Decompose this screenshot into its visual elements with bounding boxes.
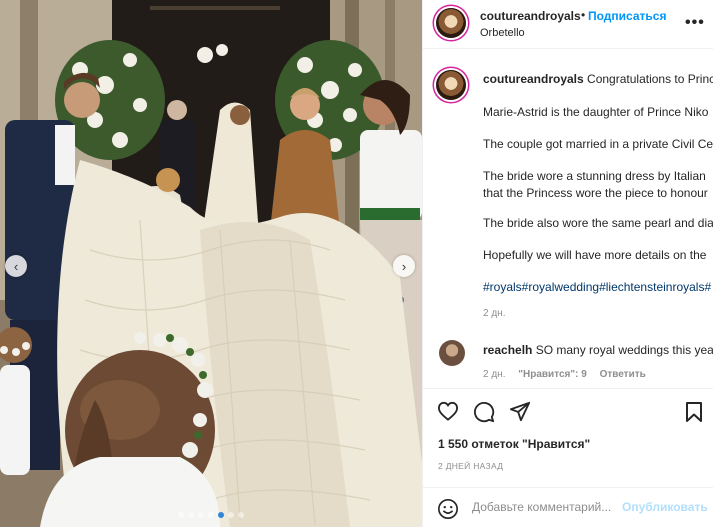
- wedding-photo: [0, 0, 422, 527]
- bookmark-icon[interactable]: [685, 401, 703, 428]
- heart-icon[interactable]: [437, 401, 459, 426]
- caption-text-line: The bride also wore the same pearl and d…: [483, 216, 713, 230]
- caption-text-line: The couple got married in a private Civi…: [483, 137, 713, 151]
- caption-hashtags[interactable]: #royals#royalwedding#liechtensteinroyals…: [483, 280, 711, 294]
- add-comment-bar: Опубликовать: [423, 487, 713, 527]
- like-count[interactable]: 1 550 отметок "Нравится": [438, 437, 590, 451]
- caption-text-line: that the Princess wore the piece to hono…: [483, 186, 708, 200]
- caption-text-line: The bride wore a stunning dress by Itali…: [483, 169, 706, 183]
- post-header: coutureandroyals • Подписаться Orbetello…: [423, 0, 713, 49]
- carousel-dot: [218, 512, 224, 518]
- caption-text-line: Hopefully we will have more details on t…: [483, 248, 707, 262]
- comment-icon[interactable]: [473, 401, 495, 428]
- caption-time[interactable]: 2 дн.: [483, 308, 505, 319]
- carousel-indicator: [0, 512, 422, 518]
- previous-image-button[interactable]: ‹: [5, 255, 27, 277]
- caption-text-line: Congratulations to Princ: [587, 72, 713, 86]
- next-image-button[interactable]: ›: [393, 255, 415, 277]
- post-date[interactable]: 2 ДНЕЙ НАЗАД: [438, 461, 503, 471]
- comment-item: reachelh SO many royal weddings this yea: [483, 343, 713, 357]
- author-username[interactable]: coutureandroyals: [480, 9, 581, 23]
- caption-text-line: Marie-Astrid is the daughter of Prince N…: [483, 105, 709, 119]
- caption-and-comments: coutureandroyals Congratulations to Prin…: [423, 48, 713, 388]
- post-photo[interactable]: ‹ ›: [0, 0, 422, 527]
- author-avatar[interactable]: [436, 8, 466, 38]
- carousel-dot: [198, 512, 204, 518]
- carousel-dot: [238, 512, 244, 518]
- caption-username[interactable]: coutureandroyals: [483, 72, 584, 86]
- follow-separator: •: [581, 8, 586, 22]
- publish-button[interactable]: Опубликовать: [622, 500, 708, 514]
- carousel-dot: [178, 512, 184, 518]
- post-location[interactable]: Orbetello: [480, 27, 525, 39]
- post-details-panel: coutureandroyals • Подписаться Orbetello…: [422, 0, 713, 527]
- more-options-icon[interactable]: •••: [685, 14, 705, 32]
- caption-author-avatar[interactable]: [436, 70, 466, 100]
- follow-button[interactable]: Подписаться: [588, 9, 666, 23]
- comment-username[interactable]: reachelh: [483, 343, 532, 357]
- carousel-dot: [188, 512, 194, 518]
- carousel-dot: [208, 512, 214, 518]
- comment-text: SO many royal weddings this yea: [535, 343, 713, 357]
- share-icon[interactable]: [509, 401, 531, 427]
- smiley-icon[interactable]: [437, 498, 459, 525]
- post-actions: 1 550 отметок "Нравится" 2 ДНЕЙ НАЗАД: [423, 388, 713, 485]
- comment-input[interactable]: [472, 498, 622, 516]
- comment-time[interactable]: 2 дн.: [483, 369, 505, 380]
- comment-like-count[interactable]: "Нравится": 9: [518, 369, 587, 380]
- carousel-dot: [228, 512, 234, 518]
- reply-button[interactable]: Ответить: [600, 369, 646, 380]
- comment-meta: 2 дн. "Нравится": 9 Ответить: [483, 369, 656, 380]
- caption-first-line: coutureandroyals Congratulations to Prin…: [483, 72, 713, 86]
- commenter-avatar[interactable]: [439, 340, 465, 366]
